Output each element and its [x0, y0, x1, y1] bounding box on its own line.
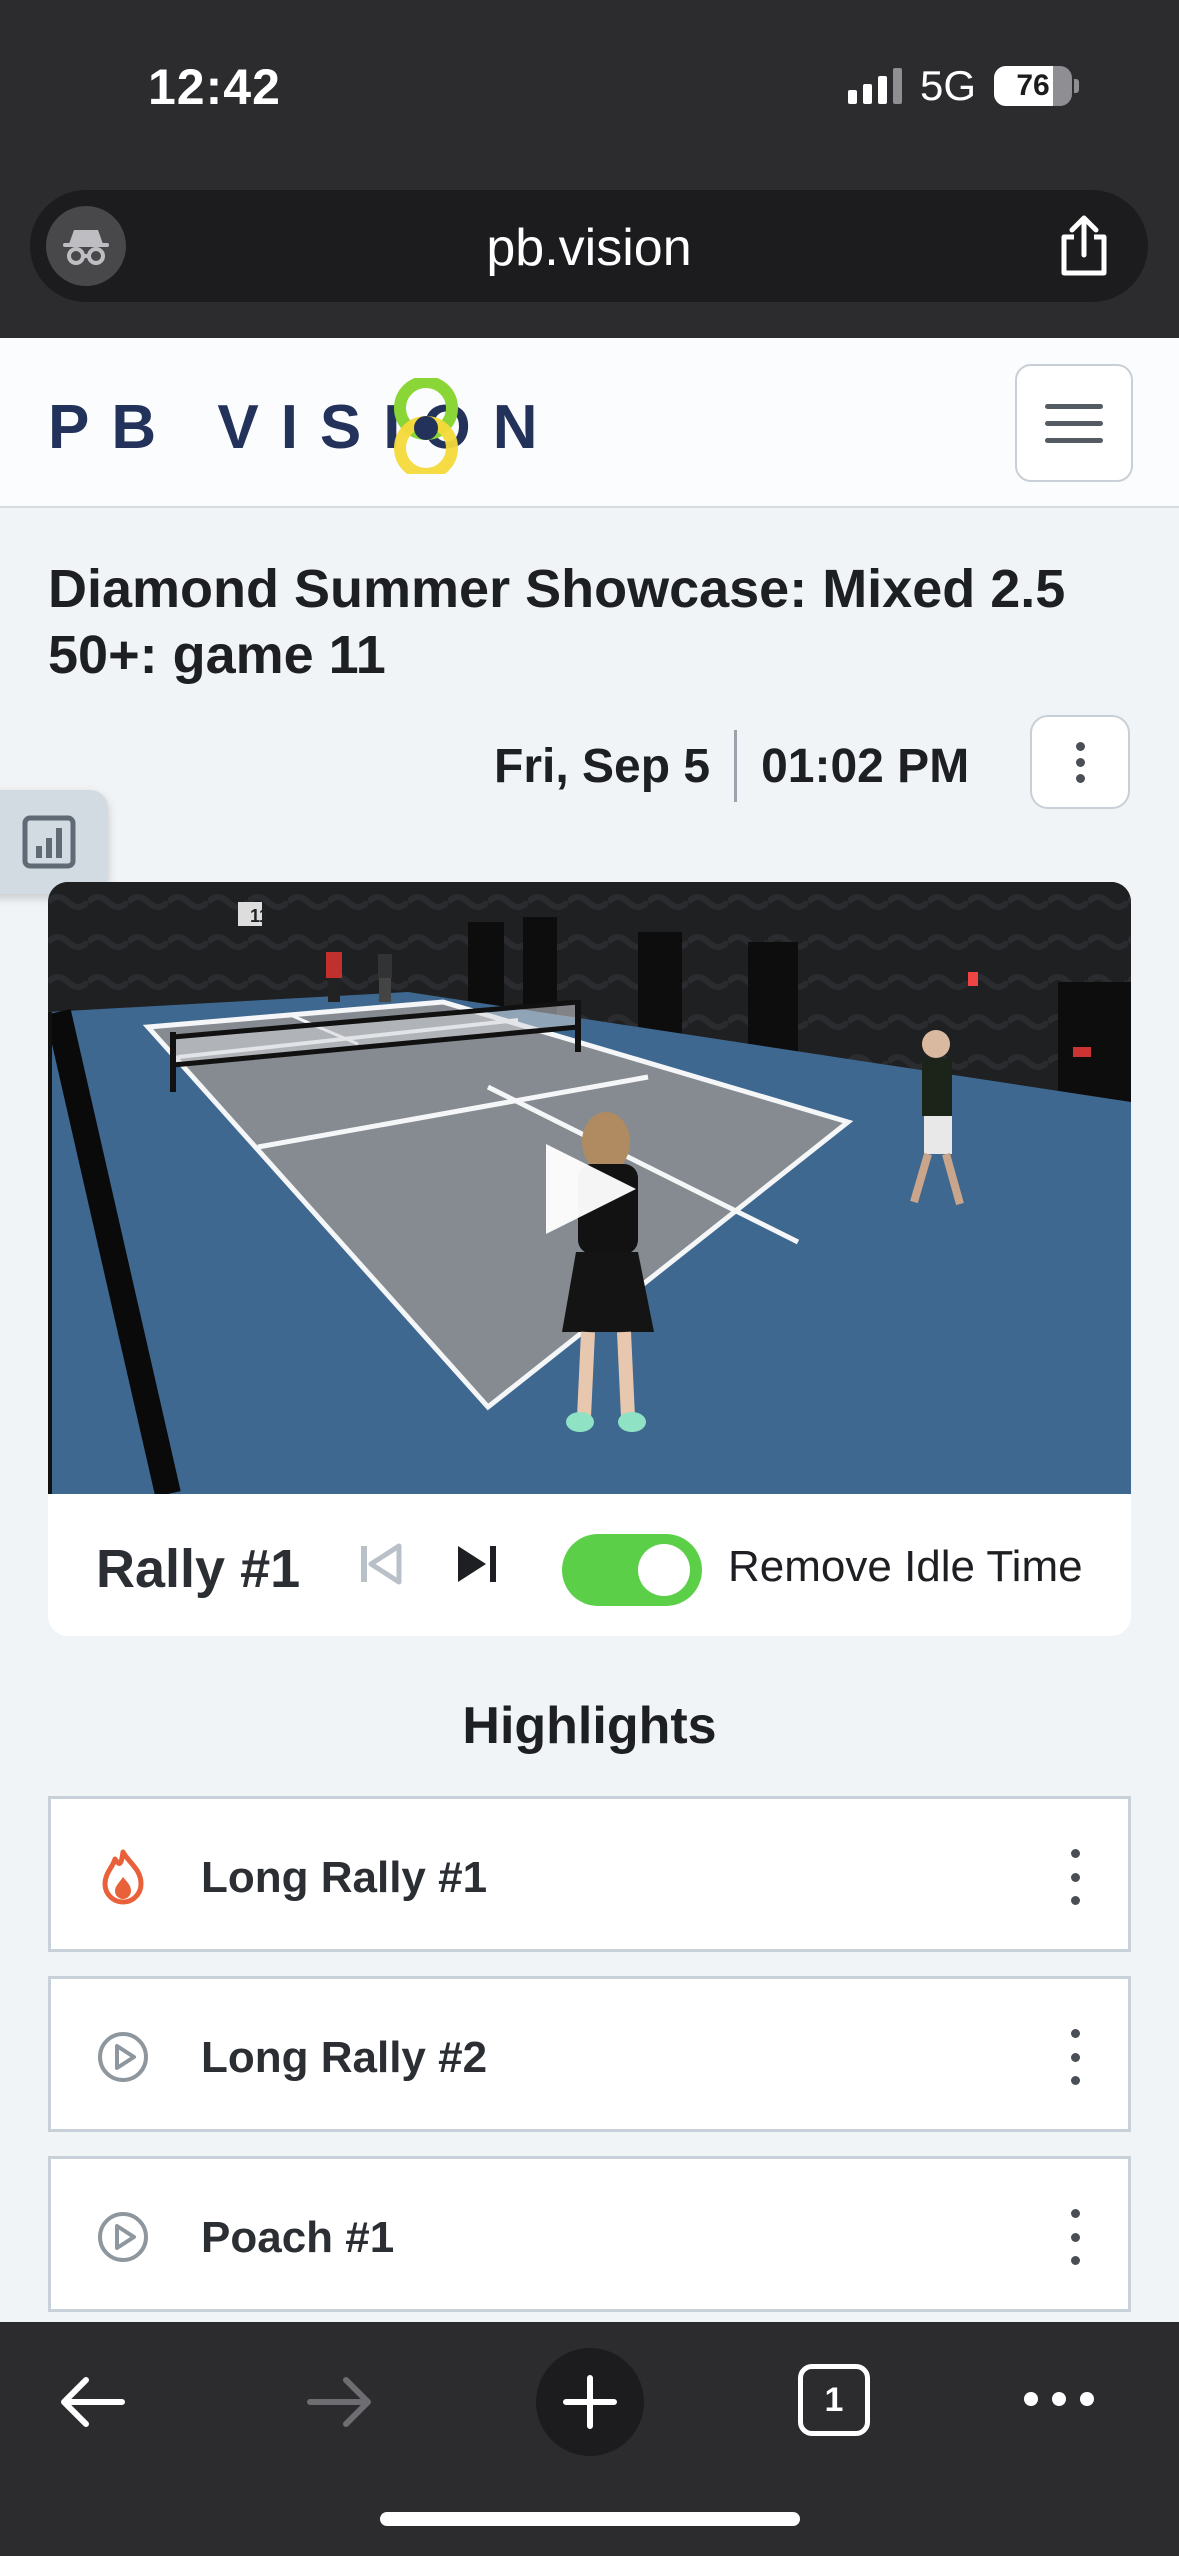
home-indicator	[380, 2512, 800, 2526]
address-bar[interactable]: pb.vision	[30, 190, 1148, 302]
highlight-label: Long Rally #1	[201, 1853, 488, 1902]
new-tab-button[interactable]	[536, 2348, 644, 2456]
pb-vision-logo[interactable]: PB VISION	[48, 378, 538, 474]
video-player[interactable]: 11	[48, 882, 1131, 1494]
rally-label: Rally #1	[96, 1539, 301, 1599]
signal-icon	[847, 68, 902, 104]
rally-controls: Rally #1 Remove Idle Time	[48, 1494, 1131, 1636]
highlight-options-icon[interactable]	[1071, 1849, 1080, 1905]
highlight-row[interactable]: Poach #1	[48, 2156, 1131, 2312]
remove-idle-label: Remove Idle Time	[728, 1542, 1083, 1591]
video-frame: 11	[48, 882, 1131, 1494]
play-circle-icon	[93, 2207, 153, 2267]
game-options-button[interactable]	[1030, 715, 1130, 809]
play-circle-icon	[93, 2027, 153, 2087]
highlights-heading: Highlights	[462, 1697, 717, 1755]
highlight-row[interactable]: Long Rally #1	[48, 1796, 1131, 1952]
remove-idle-toggle[interactable]	[562, 1534, 702, 1606]
share-icon[interactable]	[1050, 212, 1118, 280]
url-text[interactable]: pb.vision	[30, 218, 1148, 278]
previous-rally-icon[interactable]	[353, 1536, 409, 1592]
highlight-label: Poach #1	[201, 2213, 395, 2262]
tab-switcher-button[interactable]: 1	[798, 2364, 870, 2436]
hamburger-menu-button[interactable]	[1015, 364, 1133, 482]
network-type: 5G	[919, 62, 976, 109]
status-indicators: 5G 76	[847, 62, 1079, 110]
toggle-knob	[638, 1544, 690, 1596]
more-options-icon[interactable]	[1024, 2392, 1094, 2406]
status-time: 12:42	[148, 59, 281, 115]
game-datetime: Fri, Sep 5 01:02 PM	[494, 730, 969, 802]
site-header: PB VISION	[0, 338, 1179, 508]
game-date: Fri, Sep 5	[494, 739, 711, 793]
browser-top-chrome: 12:42 5G 76 pb.vision	[0, 0, 1179, 338]
highlight-options-icon[interactable]	[1071, 2029, 1080, 2085]
stats-panel-tab[interactable]	[0, 790, 108, 894]
back-arrow-icon[interactable]	[52, 2362, 132, 2442]
battery-level: 76	[1016, 69, 1050, 102]
forward-arrow-icon[interactable]	[300, 2362, 380, 2442]
game-time: 01:02 PM	[761, 739, 970, 793]
highlight-label: Long Rally #2	[201, 2033, 488, 2082]
flame-icon	[93, 1847, 153, 1907]
svg-text:PB VISION: PB VISION	[48, 393, 538, 462]
chart-icon	[22, 815, 76, 869]
next-rally-icon[interactable]	[448, 1536, 504, 1592]
highlight-options-icon[interactable]	[1071, 2209, 1080, 2265]
divider	[734, 730, 738, 802]
plus-icon	[563, 2375, 617, 2429]
svg-text:11: 11	[250, 906, 269, 926]
highlight-row[interactable]: Long Rally #2	[48, 1976, 1131, 2132]
game-title: Diamond Summer Showcase: Mixed 2.5 50+: …	[48, 559, 1066, 685]
battery-icon: 76	[994, 66, 1079, 106]
